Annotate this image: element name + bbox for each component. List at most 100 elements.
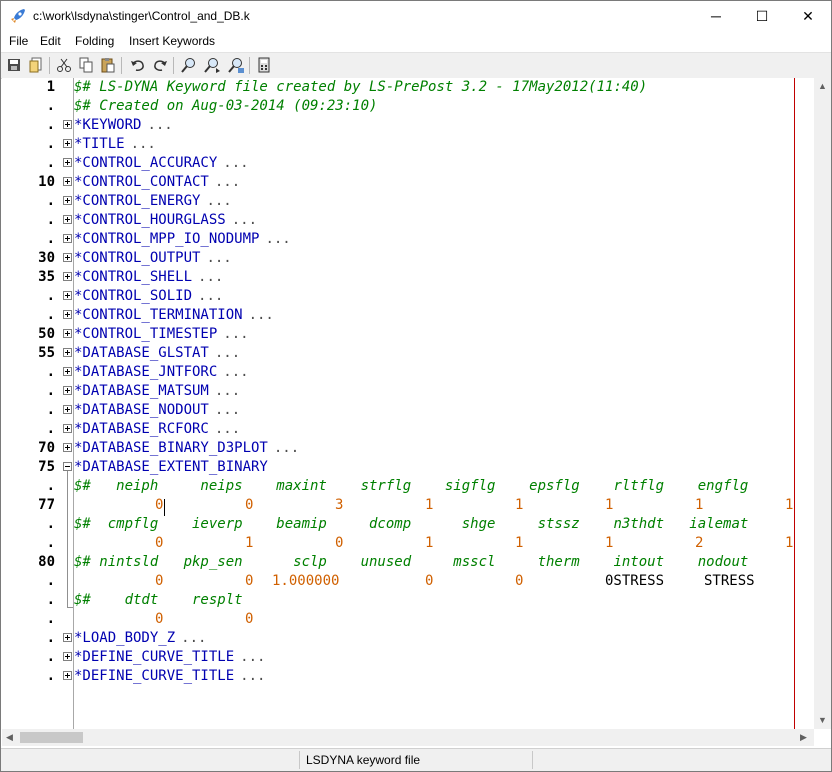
menu-folding[interactable]: Folding (75, 34, 114, 48)
keyword-line[interactable]: *DATABASE_JNTFORC... (74, 363, 249, 382)
fold-expand-icon[interactable] (63, 671, 72, 680)
scroll-left-arrow-icon[interactable]: ◀ (6, 732, 13, 743)
fold-expand-icon[interactable] (63, 348, 72, 357)
horizontal-scroll-thumb[interactable] (20, 732, 83, 743)
card-value[interactable]: 1.000000 (272, 572, 339, 591)
keyword-line[interactable]: *CONTROL_MPP_IO_NODUMP... (74, 230, 291, 249)
keyword-line[interactable]: *CONTROL_TERMINATION... (74, 306, 274, 325)
card-comment-line: $# nintsld pkp_sen sclp unused msscl the… (74, 554, 749, 570)
card-value[interactable]: 0 (155, 496, 163, 515)
cut-icon[interactable] (55, 56, 73, 74)
card-value[interactable]: 0 (245, 610, 253, 629)
card-value[interactable]: 0 (245, 496, 253, 515)
scroll-right-arrow-icon[interactable]: ▶ (800, 732, 807, 743)
fold-expand-icon[interactable] (63, 310, 72, 319)
keyword-line[interactable]: *CONTROL_OUTPUT... (74, 249, 232, 268)
maximize-button[interactable]: ☐ (739, 1, 785, 31)
keyword-line[interactable]: *DATABASE_GLSTAT... (74, 344, 240, 363)
card-value[interactable]: 1 (605, 534, 613, 553)
card-value[interactable]: 1 (515, 496, 523, 515)
save-icon[interactable] (5, 56, 23, 74)
card-value[interactable]: 1 (425, 496, 433, 515)
vertical-scrollbar[interactable]: ▲ ▼ (814, 78, 831, 729)
fold-toggle-icon[interactable] (63, 462, 72, 471)
fold-expand-icon[interactable] (63, 120, 72, 129)
fold-expand-icon[interactable] (63, 272, 72, 281)
keyword-line[interactable]: *CONTROL_CONTACT... (74, 173, 240, 192)
card-value[interactable]: 0 (155, 610, 163, 629)
redo-icon[interactable] (151, 56, 169, 74)
card-value[interactable]: 0 (335, 534, 343, 553)
paste-icon[interactable] (99, 56, 117, 74)
find-next-icon[interactable] (203, 56, 221, 74)
fold-expand-icon[interactable] (63, 215, 72, 224)
text-caret (164, 499, 165, 516)
fold-expand-icon[interactable] (63, 253, 72, 262)
keyword-line[interactable]: *DEFINE_CURVE_TITLE... (74, 648, 265, 667)
menu-insert-keywords[interactable]: Insert Keywords (129, 34, 215, 48)
keyword-line[interactable]: *DATABASE_NODOUT... (74, 401, 240, 420)
card-value[interactable]: 0 (155, 534, 163, 553)
fold-expand-icon[interactable] (63, 196, 72, 205)
menu-file[interactable]: File (9, 34, 28, 48)
card-value[interactable]: 0 (425, 572, 433, 591)
card-value[interactable]: 2 (695, 534, 703, 553)
replace-icon[interactable] (227, 56, 245, 74)
card-value[interactable]: 1 (425, 534, 433, 553)
minimize-button[interactable]: ─ (693, 1, 739, 31)
fold-expand-icon[interactable] (63, 443, 72, 452)
card-value[interactable]: 0 (515, 572, 523, 591)
fold-expand-icon[interactable] (63, 405, 72, 414)
card-value[interactable]: 1 (695, 496, 703, 515)
card-value[interactable]: 1 (605, 496, 613, 515)
copy-icon[interactable] (77, 56, 95, 74)
card-value[interactable]: 3 (335, 496, 343, 515)
close-button[interactable]: ✕ (785, 1, 831, 31)
fold-expand-icon[interactable] (63, 424, 72, 433)
keyword-line[interactable]: *CONTROL_HOURGLASS... (74, 211, 257, 230)
open-icon[interactable] (27, 56, 45, 74)
card-value[interactable]: 0 (245, 572, 253, 591)
fold-expand-icon[interactable] (63, 177, 72, 186)
keyword-line[interactable]: *DEFINE_CURVE_TITLE... (74, 667, 265, 686)
card-value[interactable]: 1 (245, 534, 253, 553)
fold-expand-icon[interactable] (63, 329, 72, 338)
card-value[interactable]: 1 (785, 496, 793, 515)
keyword-name: *LOAD_BODY_Z (74, 630, 176, 646)
header-comment-line: $# Created on Aug-03-2014 (09:23:10) (74, 98, 378, 114)
keyword-line[interactable]: *CONTROL_TIMESTEP... (74, 325, 249, 344)
scroll-up-arrow-icon[interactable]: ▲ (818, 81, 827, 91)
card-value[interactable]: 0 (155, 572, 163, 591)
card-value[interactable]: 1 (785, 534, 793, 553)
folded-ellipsis: ... (214, 345, 241, 361)
horizontal-scrollbar[interactable]: ◀ ▶ (2, 729, 814, 746)
keyword-line[interactable]: *CONTROL_ENERGY... (74, 192, 232, 211)
find-icon[interactable] (180, 56, 198, 74)
fold-expand-icon[interactable] (63, 139, 72, 148)
keyword-line[interactable]: *CONTROL_SOLID... (74, 287, 223, 306)
card-value[interactable]: 1 (515, 534, 523, 553)
undo-icon[interactable] (129, 56, 147, 74)
fold-expand-icon[interactable] (63, 367, 72, 376)
fold-expand-icon[interactable] (63, 234, 72, 243)
menu-edit[interactable]: Edit (40, 34, 61, 48)
code-editor[interactable]: 1.... 10... 30 35.. 50 55.... 70 75. 77.. 80.....… (2, 78, 820, 729)
fold-expand-icon[interactable] (63, 652, 72, 661)
keyword-line[interactable]: *LOAD_BODY_Z... (74, 629, 206, 648)
keyword-line-database-extent-binary: *DATABASE_EXTENT_BINARY (74, 459, 268, 475)
keyword-line[interactable]: *DATABASE_BINARY_D3PLOT... (74, 439, 299, 458)
keyword-line[interactable]: *TITLE... (74, 135, 156, 154)
keyword-line[interactable]: *KEYWORD... (74, 116, 173, 135)
fold-expand-icon[interactable] (63, 386, 72, 395)
calculator-icon[interactable] (255, 56, 273, 74)
fold-expand-icon[interactable] (63, 158, 72, 167)
line-number: . (46, 478, 55, 494)
scroll-down-arrow-icon[interactable]: ▼ (818, 715, 827, 725)
fold-expand-icon[interactable] (63, 633, 72, 642)
folded-ellipsis: ... (147, 117, 173, 133)
keyword-line[interactable]: *CONTROL_SHELL... (74, 268, 223, 287)
fold-expand-icon[interactable] (63, 291, 72, 300)
keyword-line[interactable]: *DATABASE_RCFORC... (74, 420, 240, 439)
keyword-line[interactable]: *CONTROL_ACCURACY... (74, 154, 249, 173)
keyword-line[interactable]: *DATABASE_MATSUM... (74, 382, 240, 401)
